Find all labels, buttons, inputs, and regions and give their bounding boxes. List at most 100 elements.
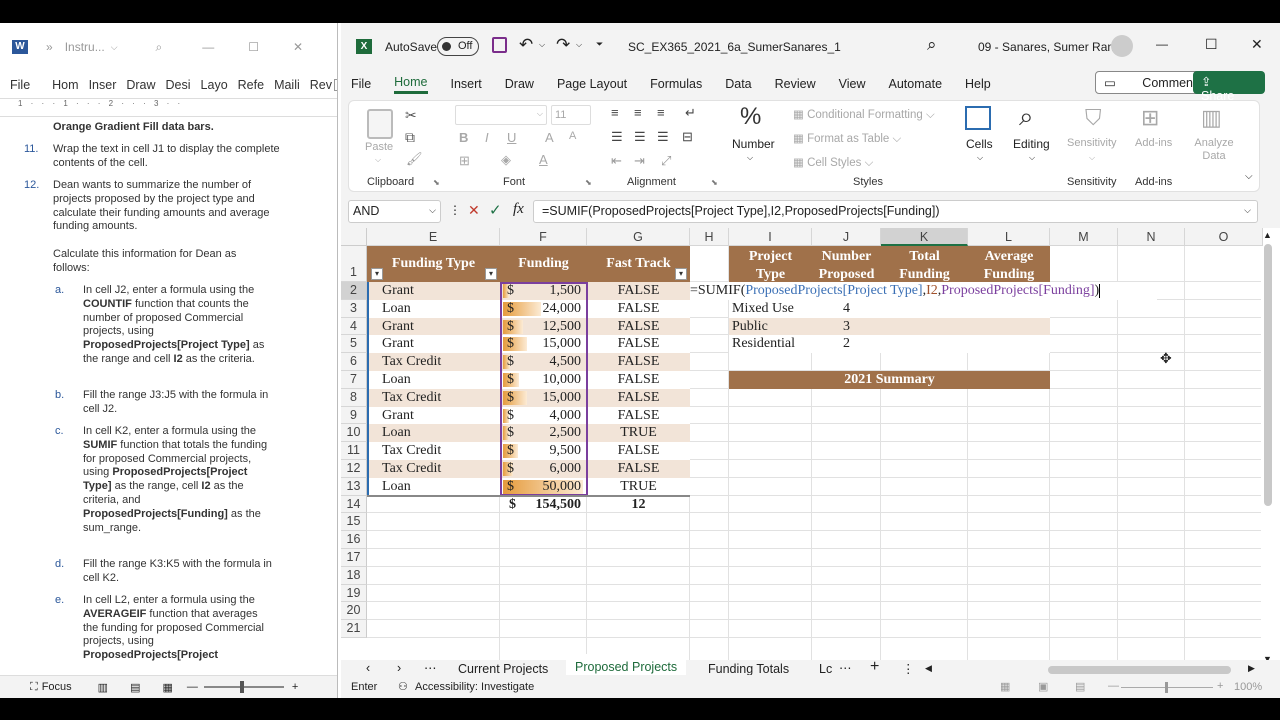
fast-track-cell[interactable]: FALSE xyxy=(587,353,690,371)
cells-dropdown-icon[interactable]: ⌵ xyxy=(977,153,983,163)
total-funding-cell[interactable]: $154,500 xyxy=(500,496,587,514)
tab-view[interactable]: View xyxy=(839,77,866,91)
total-fast-track-cell[interactable]: 12 xyxy=(587,496,690,514)
search-icon[interactable]: ⌕ xyxy=(927,35,937,55)
row-header-20[interactable]: 20 xyxy=(341,602,367,621)
row-header-6[interactable]: 6 xyxy=(341,353,367,371)
average-funding-cell[interactable] xyxy=(968,318,1050,336)
analyze-data-icon[interactable]: ▥ xyxy=(1201,105,1222,131)
dialog-launcher-icon[interactable]: ⬊ xyxy=(711,178,718,187)
accessibility-icon[interactable]: ⚇ xyxy=(398,680,408,693)
project-type-cell[interactable]: Residential xyxy=(732,335,812,353)
print-layout-icon[interactable]: ▤ xyxy=(130,681,140,694)
tab-formulas[interactable]: Formulas xyxy=(650,77,702,91)
column-header-i[interactable]: I xyxy=(729,228,812,246)
page-layout-view-icon[interactable]: ▣ xyxy=(1038,680,1048,693)
redo-icon[interactable]: ↷ xyxy=(556,35,570,55)
fast-track-cell[interactable]: FALSE xyxy=(587,406,690,425)
format-as-table-button[interactable]: ▦ Format as Table ⌵ xyxy=(793,131,901,146)
more-icon[interactable]: ⋮ xyxy=(449,203,461,217)
column-header-l[interactable]: L xyxy=(968,228,1050,246)
filter-dropdown-funding-type-icon[interactable]: ▾ xyxy=(371,268,383,280)
row-header-10[interactable]: 10 xyxy=(341,424,367,443)
align-left-icon[interactable]: ☰ xyxy=(611,129,623,145)
header-funding-type[interactable]: Funding Type xyxy=(367,246,500,282)
dialog-launcher-icon[interactable]: ⬊ xyxy=(585,178,592,187)
tab-insert[interactable]: Insert xyxy=(451,77,482,91)
next-sheet-icon[interactable]: › xyxy=(397,661,401,675)
fast-track-cell[interactable]: FALSE xyxy=(587,299,690,318)
sheet-tab-current-projects[interactable]: Current Projects xyxy=(458,662,548,676)
normal-view-icon[interactable]: ▦ xyxy=(1000,680,1010,693)
add-sheet-icon[interactable]: + xyxy=(870,658,879,676)
average-funding-cell[interactable] xyxy=(968,335,1050,353)
close-icon[interactable]: ✕ xyxy=(1251,36,1263,53)
active-cell-editor[interactable]: =SUMIF(ProposedProjects[Project Type],I2… xyxy=(690,282,1157,300)
orientation-icon[interactable]: ⤢ xyxy=(661,153,671,169)
enter-icon[interactable]: ✓ xyxy=(489,201,502,219)
column-header-j[interactable]: J xyxy=(812,228,881,246)
underline-icon[interactable]: U xyxy=(507,130,516,145)
italic-icon[interactable]: I xyxy=(485,130,489,145)
formula-input[interactable]: =SUMIF(ProposedProjects[Project Type],I2… xyxy=(533,200,1258,223)
row-header-3[interactable]: 3 xyxy=(341,299,367,318)
word-tab-file[interactable]: File xyxy=(10,78,30,92)
paste-button[interactable]: Paste xyxy=(365,141,393,153)
column-header-g[interactable]: G xyxy=(587,228,690,246)
row-header-11[interactable]: 11 xyxy=(341,442,367,460)
user-name[interactable]: 09 - Sanares, Sumer Rana xyxy=(978,40,1121,54)
minimize-icon[interactable]: — xyxy=(202,40,214,54)
row-header-2[interactable]: 2 xyxy=(341,282,367,300)
row-header-18[interactable]: 18 xyxy=(341,566,367,585)
row-header-4[interactable]: 4 xyxy=(341,317,367,336)
zoom-in-icon[interactable]: + xyxy=(292,681,298,693)
web-layout-icon[interactable]: ▦ xyxy=(162,681,172,694)
sheet-tab-lc[interactable]: Lc xyxy=(819,662,832,676)
customize-qat-icon[interactable]: ⏷ xyxy=(596,39,603,50)
more-sheets-icon[interactable]: ⋯ xyxy=(424,660,437,675)
column-header-k[interactable]: K xyxy=(881,228,968,246)
number-dropdown-icon[interactable]: ⌵ xyxy=(747,153,753,163)
fast-track-cell[interactable]: TRUE xyxy=(587,477,690,496)
fast-track-cell[interactable]: FALSE xyxy=(587,442,690,460)
number-proposed-cell[interactable]: 2 xyxy=(812,335,881,353)
page-break-view-icon[interactable]: ▤ xyxy=(1075,680,1085,693)
bold-icon[interactable]: B xyxy=(459,130,468,145)
fast-track-cell[interactable]: FALSE xyxy=(587,460,690,478)
number-format-button[interactable]: Number xyxy=(732,137,775,151)
focus-button[interactable]: Focus xyxy=(42,681,72,693)
header-funding[interactable]: Funding xyxy=(500,246,587,282)
row-header-14[interactable]: 14 xyxy=(341,495,367,514)
sheet-options-icon[interactable]: ⋮ xyxy=(902,661,915,676)
title-chevron-down-icon[interactable]: ⌵ xyxy=(807,40,814,51)
total-funding-cell[interactable] xyxy=(881,318,968,336)
editing-dropdown-icon[interactable]: ⌵ xyxy=(1029,153,1035,163)
ribbon-scroll-right-icon[interactable]: › xyxy=(334,78,337,91)
maximize-icon[interactable]: ☐ xyxy=(248,40,259,54)
number-proposed-cell[interactable]: 3 xyxy=(812,318,881,336)
add-ins-icon[interactable]: ⊞ xyxy=(1141,105,1159,131)
insert-function-icon[interactable]: fx xyxy=(513,201,524,218)
tab-home[interactable]: Home xyxy=(394,75,428,94)
sensitivity-button[interactable]: Sensitivity xyxy=(1067,137,1117,149)
hscroll-left-icon[interactable]: ◀ xyxy=(925,663,932,674)
search-icon[interactable]: ⌕ xyxy=(156,40,163,55)
fast-track-cell[interactable]: FALSE xyxy=(587,335,690,354)
row-header-16[interactable]: 16 xyxy=(341,531,367,549)
row-header-8[interactable]: 8 xyxy=(341,388,367,407)
row-header-7[interactable]: 7 xyxy=(341,371,367,389)
focus-icon[interactable]: ⛶ xyxy=(30,681,38,694)
chevron-down-icon[interactable]: ⌵ xyxy=(111,42,118,53)
sensitivity-icon[interactable]: ⛉ xyxy=(1085,105,1102,131)
header-average-funding[interactable]: Average Funding xyxy=(968,246,1050,282)
word-tab-home[interactable]: Hom xyxy=(52,78,78,92)
tab-data[interactable]: Data xyxy=(725,77,751,91)
middle-align-icon[interactable]: ≡ xyxy=(634,105,642,120)
maximize-icon[interactable]: ☐ xyxy=(1205,36,1218,53)
undo-icon[interactable]: ↶ xyxy=(519,35,533,55)
zoom-in-icon[interactable]: + xyxy=(1217,680,1223,692)
font-color-icon[interactable]: A xyxy=(539,152,548,167)
cut-icon[interactable]: ✂ xyxy=(405,107,417,124)
bottom-align-icon[interactable]: ≡ xyxy=(657,105,665,120)
format-painter-icon[interactable]: 🖌 xyxy=(406,151,423,167)
